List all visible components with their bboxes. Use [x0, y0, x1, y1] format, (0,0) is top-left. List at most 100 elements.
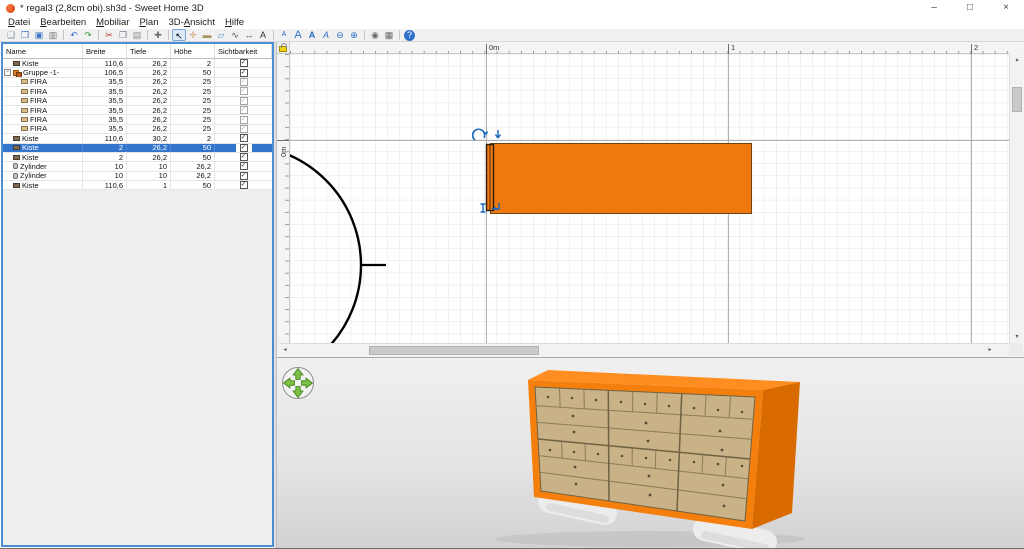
bold-button[interactable]: A	[305, 29, 319, 41]
furniture-height-cell: 25	[171, 125, 215, 133]
furniture-width-cell: 2	[83, 153, 127, 161]
create-photo-button[interactable]: ◉	[368, 29, 382, 41]
furniture-row-fira[interactable]: FIRA35,526,225✓	[3, 78, 272, 87]
visibility-checkbox[interactable]: ✓	[240, 144, 248, 152]
cut-button[interactable]: ✂	[102, 29, 116, 41]
close-button[interactable]: ×	[988, 0, 1024, 16]
decrease-text-size-button[interactable]: A	[277, 29, 291, 41]
furniture-depth-cell: 26,2	[127, 78, 171, 86]
furniture-name-cell: FIRA	[3, 87, 83, 95]
vertical-scroll-thumb[interactable]	[1012, 87, 1022, 112]
furniture-row-kiste[interactable]: Kiste226,250✓	[3, 144, 272, 153]
furniture-width-cell: 2	[83, 144, 127, 152]
print-plan-button[interactable]: ▥	[46, 29, 60, 41]
furniture-row-fira[interactable]: FIRA35,526,225✓	[3, 87, 272, 96]
furniture-visibility-cell: ✓	[215, 162, 272, 170]
create-rooms-button[interactable]: ▱	[214, 29, 228, 41]
visibility-checkbox[interactable]: ✓	[240, 97, 248, 105]
visibility-checkbox[interactable]: ✓	[240, 172, 248, 180]
furniture-row-zylinder[interactable]: Zylinder101026,2✓	[3, 172, 272, 181]
open-plan-button[interactable]: ❒	[18, 29, 32, 41]
furniture-row-zylinder[interactable]: Zylinder101026,2✓	[3, 162, 272, 171]
italic-button[interactable]: A	[319, 29, 333, 41]
furniture-row-fira[interactable]: FIRA35,526,225✓	[3, 106, 272, 115]
group-expand-toggle[interactable]: −	[4, 69, 11, 76]
zoom-in-button[interactable]: ⊕	[347, 29, 361, 41]
scroll-left-arrow[interactable]: ◂	[279, 344, 291, 357]
horizontal-scroll-thumb[interactable]	[369, 346, 539, 355]
furniture-height-cell: 26,2	[171, 172, 215, 180]
scroll-up-arrow[interactable]: ▴	[1010, 54, 1024, 66]
add-furniture-button[interactable]: ✚	[151, 29, 165, 41]
minimize-button[interactable]: –	[916, 0, 952, 16]
vertical-scrollbar[interactable]: ▴ ▾	[1009, 54, 1023, 343]
paste-button[interactable]: ▤	[130, 29, 144, 41]
furniture-row-kiste[interactable]: Kiste110,626,22✓	[3, 59, 272, 68]
create-video-button[interactable]: ▦	[382, 29, 396, 41]
menu-datei[interactable]: Datei	[3, 17, 35, 28]
furniture-height-cell: 25	[171, 78, 215, 86]
maximize-button[interactable]: □	[952, 0, 988, 16]
view-3d[interactable]	[277, 357, 1024, 548]
furniture-name-label: Kiste	[22, 181, 39, 189]
menu-mobiliar[interactable]: Mobiliar	[91, 17, 134, 28]
furniture-row-fira[interactable]: FIRA35,526,225✓	[3, 125, 272, 134]
create-walls-button[interactable]: ▬	[200, 29, 214, 41]
furniture-name-cell: FIRA	[3, 106, 83, 114]
zoom-out-button[interactable]: ⊖	[333, 29, 347, 41]
furniture-name-label: FIRA	[30, 125, 47, 133]
visibility-checkbox[interactable]: ✓	[240, 106, 248, 114]
save-plan-button[interactable]: ▣	[32, 29, 46, 41]
furniture-name-cell: Zylinder	[3, 172, 83, 180]
visibility-checkbox[interactable]: ✓	[240, 116, 248, 124]
furniture-depth-cell: 26,2	[127, 59, 171, 67]
pan-button[interactable]: ✛	[186, 29, 200, 41]
scroll-right-arrow[interactable]: ▸	[984, 344, 996, 357]
visibility-checkbox[interactable]: ✓	[240, 153, 248, 161]
help-button[interactable]: ?	[404, 30, 415, 41]
furniture-table-body: Kiste110,626,22✓−Gruppe -1-106,526,250✓ F…	[3, 59, 272, 190]
new-plan-button[interactable]: ❏	[4, 29, 18, 41]
visibility-checkbox[interactable]: ✓	[240, 69, 248, 77]
visibility-checkbox[interactable]: ✓	[240, 181, 248, 189]
menu-plan[interactable]: Plan	[134, 17, 163, 28]
column-header-breite[interactable]: Breite	[83, 44, 127, 58]
furniture-row-kiste[interactable]: Kiste110,630,22✓	[3, 134, 272, 143]
lock-icon	[279, 46, 287, 52]
furniture-row-kiste[interactable]: Kiste110,6150✓	[3, 181, 272, 190]
plan-canvas[interactable]	[290, 54, 1009, 343]
horizontal-scrollbar[interactable]: ◂ ▸	[279, 343, 1010, 356]
column-header-tiefe[interactable]: Tiefe	[127, 44, 171, 58]
furniture-row-fira[interactable]: FIRA35,526,225✓	[3, 97, 272, 106]
column-header-h-he[interactable]: Höhe	[171, 44, 215, 58]
furniture-row-kiste[interactable]: Kiste226,250✓	[3, 153, 272, 162]
visibility-checkbox[interactable]: ✓	[240, 162, 248, 170]
sweet-home-3d-window: { "window": { "title": "* regal3 (2,8cm …	[0, 0, 1024, 549]
undo-button[interactable]: ↶	[67, 29, 81, 41]
visibility-checkbox[interactable]: ✓	[240, 59, 248, 67]
furniture-width-cell: 10	[83, 162, 127, 170]
menu-bearbeiten[interactable]: Bearbeiten	[35, 17, 91, 28]
furniture-row-gruppe-1-[interactable]: −Gruppe -1-106,526,250✓	[3, 68, 272, 77]
menu-hilfe[interactable]: Hilfe	[220, 17, 249, 28]
column-header-sichtbarkeit[interactable]: Sichtbarkeit	[215, 44, 272, 58]
furniture-table-header: NameBreiteTiefeHöheSichtbarkeit	[3, 44, 272, 59]
menu-3d-ansicht[interactable]: 3D-Ansicht	[163, 17, 219, 28]
scroll-down-arrow[interactable]: ▾	[1010, 331, 1024, 343]
furniture-row-fira[interactable]: FIRA35,526,225✓	[3, 115, 272, 124]
create-polylines-button[interactable]: ∿	[228, 29, 242, 41]
furniture-kiste-plan[interactable]	[491, 144, 752, 214]
3d-navigation-compass[interactable]	[280, 365, 316, 401]
visibility-checkbox[interactable]: ✓	[240, 134, 248, 142]
copy-button[interactable]: ❐	[116, 29, 130, 41]
redo-button[interactable]: ↷	[81, 29, 95, 41]
visibility-checkbox[interactable]: ✓	[240, 125, 248, 133]
visibility-checkbox[interactable]: ✓	[240, 78, 248, 86]
create-texts-button[interactable]: A	[256, 29, 270, 41]
visibility-checkbox[interactable]: ✓	[240, 87, 248, 95]
create-dimensions-button[interactable]: ↔	[242, 29, 256, 41]
toolbar-separator	[168, 30, 169, 40]
increase-text-size-button[interactable]: A	[291, 29, 305, 41]
select-button[interactable]: ↖	[172, 29, 186, 41]
column-header-name[interactable]: Name	[3, 44, 83, 58]
